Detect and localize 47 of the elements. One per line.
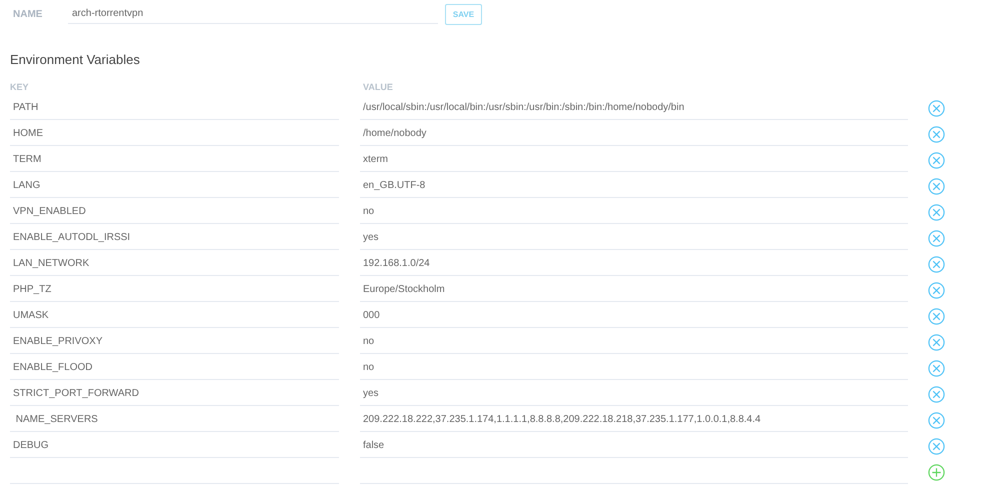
value-field[interactable]: Europe/Stockholm xyxy=(360,277,908,302)
value-field[interactable]: yes xyxy=(360,381,908,406)
value-field[interactable]: no xyxy=(360,355,908,380)
value-field[interactable]: 192.168.1.0/24 xyxy=(360,251,908,276)
value-field[interactable]: en_GB.UTF-8 xyxy=(360,173,908,198)
value-field[interactable]: xterm xyxy=(360,147,908,172)
key-field[interactable]: PATH xyxy=(10,95,339,120)
key-field[interactable]: VPN_ENABLED xyxy=(10,199,339,224)
key-field[interactable]: STRICT_PORT_FORWARD xyxy=(10,381,339,406)
remove-icon[interactable] xyxy=(928,412,945,428)
remove-icon[interactable] xyxy=(928,282,945,298)
key-field[interactable]: UMASK xyxy=(10,303,339,328)
key-field[interactable]: DEBUG xyxy=(10,433,339,458)
key-field[interactable]: PHP_TZ xyxy=(10,277,339,302)
remove-icon[interactable] xyxy=(928,256,945,272)
value-field[interactable]: 000 xyxy=(360,303,908,328)
remove-icon[interactable] xyxy=(928,152,945,168)
key-field[interactable]: HOME xyxy=(10,121,339,146)
remove-icon[interactable] xyxy=(928,204,945,220)
remove-icon[interactable] xyxy=(928,178,945,194)
key-field[interactable]: ENABLE_PRIVOXY xyxy=(10,329,339,354)
value-field[interactable]: no xyxy=(360,329,908,354)
key-field[interactable]: ENABLE_AUTODL_IRSSI xyxy=(10,225,339,250)
key-field[interactable]: NAME_SERVERS xyxy=(10,407,339,432)
key-field[interactable]: LAN_NETWORK xyxy=(10,251,339,276)
value-field[interactable]: yes xyxy=(360,225,908,250)
remove-icon[interactable] xyxy=(928,308,945,324)
section-title: Environment Variables xyxy=(10,52,141,68)
remove-icon[interactable] xyxy=(928,438,945,454)
key-field[interactable]: TERM xyxy=(10,147,339,172)
remove-icon[interactable] xyxy=(928,230,945,246)
column-header: VALUE xyxy=(363,82,393,94)
name-label: NAME xyxy=(13,8,44,20)
remove-icon[interactable] xyxy=(928,100,945,116)
value-field[interactable]: /usr/local/sbin:/usr/local/bin:/usr/sbin:/usr/bin:/sbin:/bin:/home/nobody/bin xyxy=(360,95,908,120)
value-field[interactable]: no xyxy=(360,199,908,224)
remove-icon[interactable] xyxy=(928,360,945,376)
remove-icon[interactable] xyxy=(928,126,945,142)
key-field[interactable]: ENABLE_FLOOD xyxy=(10,355,339,380)
remove-icon[interactable] xyxy=(928,386,945,402)
remove-icon[interactable] xyxy=(928,334,945,350)
value-field[interactable]: 209.222.18.222,37.235.1.174,1.1.1.1,8.8.8.8,209.222.18.218,37.235.1.177,1.0.0.1,8.8.4.4 xyxy=(360,407,908,432)
column-header: KEY xyxy=(10,82,30,94)
value-field[interactable]: /home/nobody xyxy=(360,121,908,146)
value-field[interactable]: false xyxy=(360,433,908,458)
add-icon[interactable] xyxy=(928,464,945,480)
key-field[interactable]: LANG xyxy=(10,173,339,198)
